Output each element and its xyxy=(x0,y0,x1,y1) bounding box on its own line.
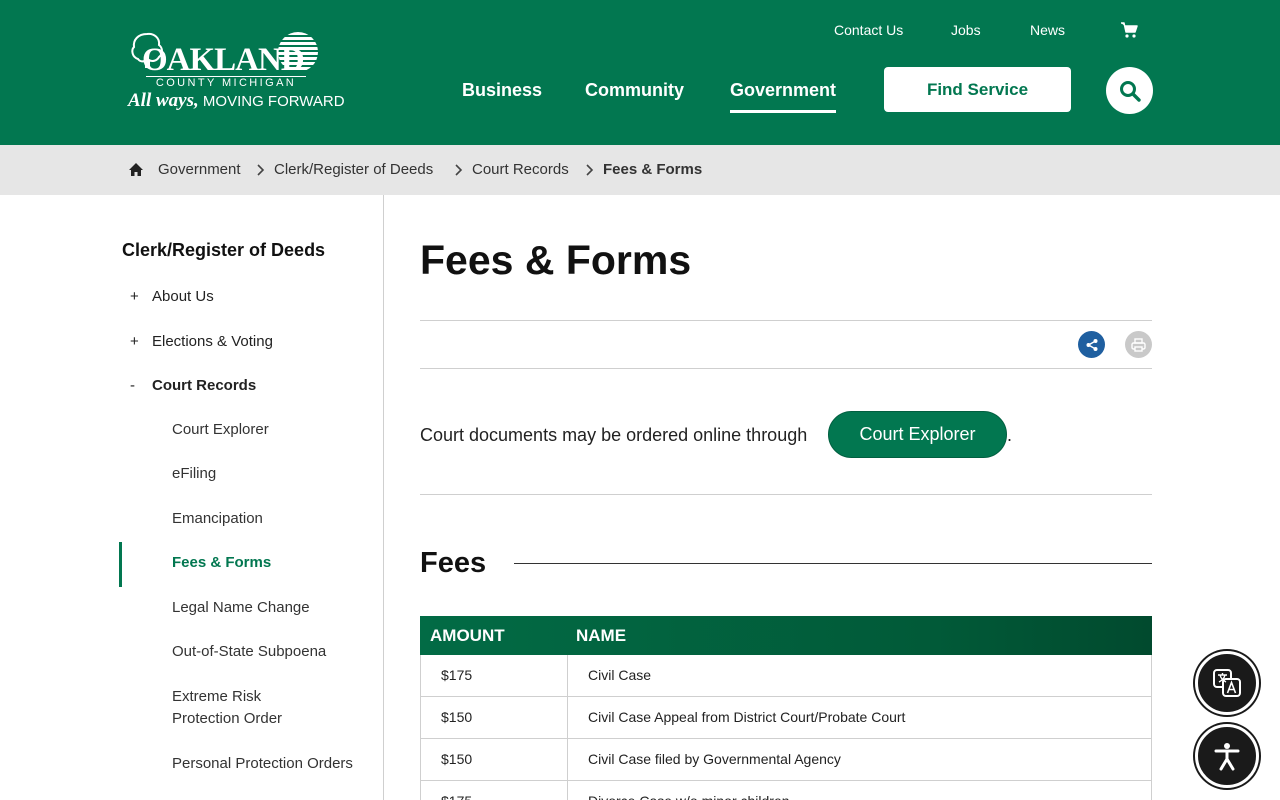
page-title: Fees & Forms xyxy=(420,237,692,283)
cell-name: Civil Case xyxy=(588,667,652,683)
breadcrumb-government[interactable]: Government xyxy=(158,161,241,179)
breadcrumb-clerk[interactable]: Clerk/Register of Deeds xyxy=(274,161,433,179)
logo-tagline: All ways, MOVING FORWARD xyxy=(128,90,345,111)
cell-name: Civil Case filed by Governmental Agency xyxy=(588,751,841,767)
site-header: OAKLAND COUNTY MICHIGAN All ways, MOVING… xyxy=(0,0,1280,145)
logo-subtitle: COUNTY MICHIGAN xyxy=(146,76,306,90)
sidebar-nav: Clerk/Register of Deeds + About Us + Elect… xyxy=(0,195,384,800)
news-link[interactable]: News xyxy=(1030,21,1065,39)
search-icon xyxy=(1119,80,1141,102)
nav-government[interactable]: Government xyxy=(730,78,837,113)
heading-rule xyxy=(514,563,1152,564)
cell-name: Divorce Case w/o minor children xyxy=(588,792,790,800)
sidebar-item-personal-protection[interactable]: Personal Protection Orders xyxy=(172,753,353,775)
active-indicator xyxy=(119,542,122,587)
sidebar-item-out-of-state-subpoena[interactable]: Out-of-State Subpoena xyxy=(172,641,326,663)
chevron-right-icon xyxy=(586,164,594,176)
table-row: $150 Civil Case Appeal from District Cou… xyxy=(420,697,1152,739)
collapse-icon: - xyxy=(130,377,135,394)
jobs-link[interactable]: Jobs xyxy=(951,21,981,39)
cell-amount: $175 xyxy=(441,792,472,800)
cell-amount: $150 xyxy=(441,709,473,725)
breadcrumb: Government Clerk/Register of Deeds Court… xyxy=(0,145,1280,195)
expand-icon: + xyxy=(130,288,139,305)
court-explorer-button[interactable]: Court Explorer xyxy=(828,411,1007,458)
search-button[interactable] xyxy=(1106,67,1153,114)
chevron-right-icon xyxy=(257,164,265,176)
find-service-button[interactable]: Find Service xyxy=(884,67,1071,112)
divider xyxy=(420,494,1152,495)
nav-community[interactable]: Community xyxy=(585,78,684,102)
table-row: $150 Civil Case filed by Governmental Ag… xyxy=(420,739,1152,781)
sidebar-item-extreme-risk[interactable]: Extreme Risk Protection Order xyxy=(172,686,282,730)
cell-amount: $175 xyxy=(441,667,473,683)
sidebar-item-emancipation[interactable]: Emancipation xyxy=(172,508,263,530)
accessibility-icon xyxy=(1214,743,1240,771)
table-row: $175 Divorce Case w/o minor children xyxy=(420,781,1152,800)
column-header-name: NAME xyxy=(576,626,627,645)
fees-table: AMOUNT NAME $175 Civil Case $150 Civil C… xyxy=(420,616,1152,800)
sidebar-item-court-explorer[interactable]: Court Explorer xyxy=(172,419,269,441)
translate-button[interactable] xyxy=(1195,651,1259,715)
fees-heading: Fees xyxy=(420,547,487,579)
cart-icon[interactable] xyxy=(1120,21,1138,39)
share-icon xyxy=(1086,338,1097,351)
cell-name: Civil Case Appeal from District Court/Pr… xyxy=(588,709,906,725)
chevron-right-icon xyxy=(455,164,463,176)
sidebar-title[interactable]: Clerk/Register of Deeds xyxy=(122,238,325,262)
translate-icon xyxy=(1213,669,1241,697)
print-icon xyxy=(1131,337,1146,352)
breadcrumb-current: Fees & Forms xyxy=(603,161,703,178)
sidebar-item-legal-name-change[interactable]: Legal Name Change xyxy=(172,597,310,619)
intro-text: Court documents may be ordered online th… xyxy=(420,425,808,445)
intro-period: . xyxy=(1007,425,1013,445)
divider xyxy=(420,368,1152,369)
oakland-county-logo[interactable]: OAKLAND COUNTY MICHIGAN All ways, MOVING… xyxy=(128,30,345,114)
expand-icon: + xyxy=(130,333,139,350)
sidebar-item-court-records[interactable]: - Court Records xyxy=(130,376,256,396)
contact-us-link[interactable]: Contact Us xyxy=(834,21,903,39)
print-button[interactable] xyxy=(1125,331,1152,358)
cell-amount: $150 xyxy=(441,751,473,767)
table-row: $175 Civil Case xyxy=(420,655,1152,697)
home-icon[interactable] xyxy=(128,162,144,177)
divider xyxy=(420,320,1152,321)
sidebar-item-about-us[interactable]: + About Us xyxy=(130,287,214,307)
sidebar-item-elections[interactable]: + Elections & Voting xyxy=(130,332,273,352)
column-header-amount: AMOUNT xyxy=(430,626,505,645)
sidebar-item-efiling[interactable]: eFiling xyxy=(172,463,216,485)
breadcrumb-court-records[interactable]: Court Records xyxy=(472,161,569,179)
share-button[interactable] xyxy=(1078,331,1105,358)
accessibility-button[interactable] xyxy=(1195,724,1259,788)
table-header: AMOUNT NAME xyxy=(420,616,1152,655)
logo-disc-icon xyxy=(278,32,318,72)
nav-business[interactable]: Business xyxy=(462,78,542,102)
sidebar-item-fees-forms[interactable]: Fees & Forms xyxy=(172,552,271,574)
